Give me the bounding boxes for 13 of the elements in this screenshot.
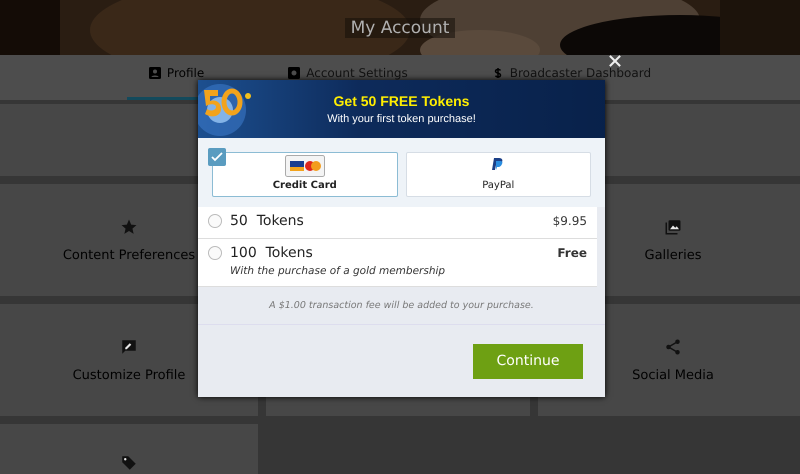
tile-label: Social Media — [632, 368, 714, 382]
payment-option[interactable]: PayPal — [406, 152, 591, 197]
tab[interactable]: Broadcaster Dashboard — [470, 55, 674, 100]
continue-button[interactable]: Continue — [473, 344, 583, 378]
token-price: $9.95 — [552, 214, 587, 228]
fee-note: A $1.00 transaction fee will be added to your purchase. — [198, 287, 605, 325]
page-title: My Account — [344, 18, 456, 38]
promo-subtitle: With your first token purchase! — [326, 113, 477, 125]
tile-label: Customize Profile — [72, 368, 186, 382]
token-price: Free — [557, 246, 587, 260]
promo-title: Get 50 FREE Tokens — [332, 93, 470, 109]
tile-label: Content Preferences — [62, 248, 196, 262]
tile-label: Galleries — [644, 248, 702, 262]
